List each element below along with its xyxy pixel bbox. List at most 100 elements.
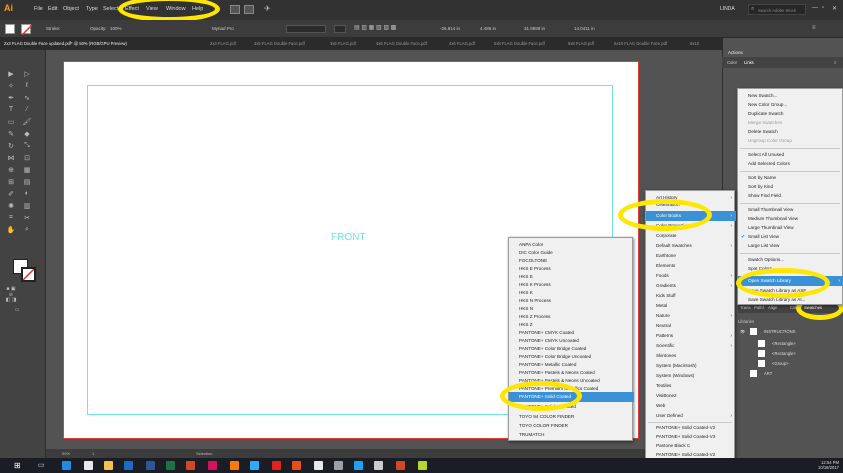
tab[interactable]: 4x6 FLAG.pdf <box>449 41 475 46</box>
menu-item-system-windows[interactable]: System (Windows) <box>646 371 736 381</box>
magic-wand-tool-icon[interactable]: ✧ <box>4 82 18 92</box>
tab[interactable]: 2x3 FLAG.pdf <box>210 41 236 46</box>
tab-align[interactable]: Align <box>768 305 777 310</box>
graph-tool-icon[interactable]: ▥ <box>20 202 34 212</box>
task-view-icon[interactable]: ▭ <box>38 461 45 469</box>
stock-search-field[interactable]: ⌕ Search Adobe Stock <box>748 4 806 15</box>
calendar-icon[interactable] <box>374 461 383 470</box>
menu-item-visibone2[interactable]: VisiBone2 <box>646 391 736 401</box>
tab[interactable]: 5x8 FLAG Double Face.pdf <box>494 41 545 46</box>
menu-item-textiles[interactable]: Textiles <box>646 381 736 391</box>
menu-file[interactable]: File <box>34 6 43 12</box>
height-field[interactable]: 14.0411 in <box>574 26 595 31</box>
acrobat-icon[interactable] <box>272 461 281 470</box>
front-label[interactable]: FRONT <box>331 232 365 243</box>
eye-icon[interactable]: 👁 <box>740 329 745 334</box>
selection-tool-icon[interactable]: ▶ <box>4 70 18 80</box>
tab-transparency[interactable]: Trans <box>740 305 751 310</box>
menu-type[interactable]: Type <box>86 6 98 12</box>
menu-item-user-defined[interactable]: User Defined › <box>646 411 736 421</box>
mesh-tool-icon[interactable]: ⊞ <box>4 178 18 188</box>
maximize-icon[interactable]: ▫ <box>822 5 824 11</box>
panel-menu-icon[interactable]: ≡ <box>834 60 836 65</box>
bridge-icon[interactable] <box>230 5 240 14</box>
layer-name[interactable]: <Rectangle> <box>772 341 796 346</box>
fill-swatch[interactable] <box>5 24 15 34</box>
layer-row[interactable]: <Rectangle> <box>738 349 843 359</box>
stroke-swatch[interactable] <box>21 24 32 35</box>
tab[interactable]: 3x5 FLAG.pdf <box>330 41 356 46</box>
windows-start-icon[interactable]: ⊞ <box>14 461 21 470</box>
menu-item-nature[interactable]: Nature › <box>646 311 736 321</box>
current-tool[interactable]: Selection <box>196 451 212 456</box>
menu-item-web[interactable]: Web <box>646 401 736 411</box>
tab-pathfinder[interactable]: Pathf <box>754 305 764 310</box>
layer-row[interactable]: ART <box>738 369 843 379</box>
zoom-level[interactable]: 50% <box>62 451 70 456</box>
tab-libraries[interactable]: Libraries <box>738 319 754 324</box>
direct-selection-tool-icon[interactable]: ▷ <box>20 70 34 80</box>
layer-name[interactable]: <Rectangle> <box>772 351 796 356</box>
recolor-icon[interactable] <box>334 25 346 33</box>
free-transform-tool-icon[interactable]: ⊡ <box>20 154 34 164</box>
outlook-icon[interactable] <box>124 461 133 470</box>
menu-item-large-list-view[interactable]: Large List View <box>738 241 843 251</box>
menu-item-earthtone[interactable]: Earthtone <box>646 251 736 261</box>
shaper-tool-icon[interactable]: ✎ <box>4 130 18 140</box>
arrange-documents-icon[interactable] <box>244 5 254 14</box>
media-icon[interactable] <box>354 461 363 470</box>
menu-item-skintones[interactable]: Skintones <box>646 351 736 361</box>
bridge-icon[interactable] <box>292 461 301 470</box>
chrome-icon[interactable] <box>314 461 323 470</box>
calculator-icon[interactable] <box>334 461 343 470</box>
curvature-tool-icon[interactable]: ∿ <box>20 94 34 104</box>
eraser-tool-icon[interactable]: ◆ <box>20 130 34 140</box>
width-tool-icon[interactable]: ⋈ <box>4 154 18 164</box>
lasso-tool-icon[interactable]: ℓ <box>20 82 34 92</box>
menu-item-system-mac[interactable]: System (Macintosh) <box>646 361 736 371</box>
artboard-tool-icon[interactable]: ⌗ <box>4 214 18 224</box>
gpu-performance-icon[interactable]: ✈ <box>264 4 271 13</box>
tab[interactable]: 6x10 <box>690 41 699 46</box>
menu-item-metal[interactable]: Metal <box>646 301 736 311</box>
tab-color[interactable]: Color <box>727 60 737 65</box>
line-tool-icon[interactable]: ⁄ <box>20 106 34 116</box>
indesign-icon[interactable] <box>208 461 217 470</box>
excel-icon[interactable] <box>166 461 175 470</box>
type-tool-icon[interactable]: T <box>4 106 18 116</box>
layer-row[interactable]: 👁 INSTRUCTIONS <box>738 327 843 337</box>
rotate-tool-icon[interactable]: ↻ <box>4 142 18 152</box>
symbol-sprayer-tool-icon[interactable]: ✺ <box>4 202 18 212</box>
gradient-tool-icon[interactable]: ▤ <box>20 178 34 188</box>
tab[interactable]: 6x10 FLAG Double Face.pdf <box>614 41 667 46</box>
powerpoint2-icon[interactable] <box>396 461 405 470</box>
panel-menu-icon[interactable]: ≡ <box>812 25 816 31</box>
stroke-color-icon[interactable] <box>21 267 36 282</box>
illustrator-icon[interactable] <box>230 461 239 470</box>
layer-name[interactable]: <Group> <box>772 361 789 366</box>
powerpoint-icon[interactable] <box>186 461 195 470</box>
minimize-icon[interactable]: — <box>812 5 818 11</box>
menu-edit[interactable]: Edit <box>48 6 57 12</box>
scale-tool-icon[interactable]: ⤡ <box>20 142 34 152</box>
style-dropdown[interactable] <box>286 25 326 33</box>
menu-item-color-book[interactable]: TRUMATCH <box>509 430 634 440</box>
menu-item-neutral[interactable]: Neutral <box>646 321 736 331</box>
menu-item-show-find-field[interactable]: Show Find Field <box>738 191 843 201</box>
premiere-icon[interactable] <box>418 461 427 470</box>
edge-icon[interactable] <box>62 461 71 470</box>
x-coordinate[interactable]: -26.814 in <box>440 26 460 31</box>
color-mode-icons[interactable]: ■ ▣ ⊘ <box>4 286 18 298</box>
hand-tool-icon[interactable]: ✋ <box>4 226 18 236</box>
layer-name[interactable]: INSTRUCTIONS <box>764 329 795 334</box>
store-icon[interactable] <box>84 461 93 470</box>
artboard-number[interactable]: 1 <box>92 451 94 456</box>
menu-item-scientific[interactable]: Scientific › <box>646 341 736 351</box>
menu-item-ungroup-color-group[interactable]: Ungroup Color Group <box>738 136 843 146</box>
menu-item-patterns[interactable]: Patterns › <box>646 331 736 341</box>
tab-active[interactable]: 2x3 FLAG Double Face updated.pdf* @ 50% … <box>4 41 127 46</box>
menu-object[interactable]: Object <box>63 6 79 12</box>
system-clock[interactable]: 12:54 PM 10/18/2017 <box>818 460 839 470</box>
menu-item-default-swatches[interactable]: Default Swatches › <box>646 241 736 251</box>
width-field[interactable]: 31.9558 in <box>524 26 545 31</box>
